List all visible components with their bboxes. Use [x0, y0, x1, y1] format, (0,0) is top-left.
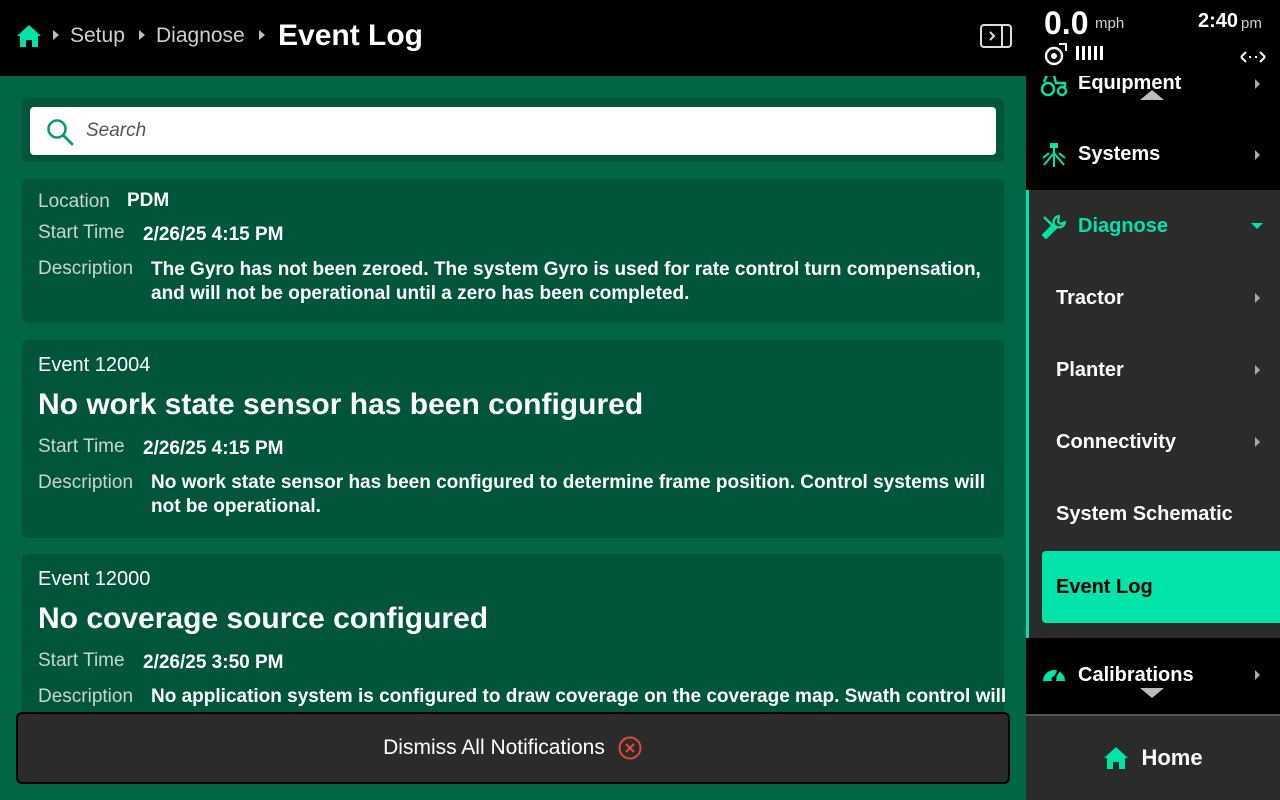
close-circle-icon [618, 736, 642, 760]
description-line: No application system is configured to d… [151, 686, 1007, 707]
description-label: Description [38, 472, 134, 493]
event-id: Event 12004 [38, 354, 151, 376]
gps-satellite-icon [1044, 43, 1067, 66]
event-log-content[interactable]: Location PDM Start Time 2/26/25 4:15 PM … [0, 76, 1026, 800]
sidebar-item-calibrations[interactable]: Calibrations [1026, 639, 1280, 711]
start-time-label: Start Time [38, 222, 125, 243]
search-container [22, 98, 1004, 162]
header-bar: Setup Diagnose Event Log [0, 0, 1026, 76]
sidebar-item-planter[interactable]: Planter [1029, 334, 1280, 406]
sidebar-item-systems[interactable]: Systems [1026, 119, 1280, 191]
location-label: Location [38, 191, 110, 212]
breadcrumb-setup[interactable]: Setup [70, 22, 125, 50]
search-icon [47, 119, 74, 146]
search-input[interactable] [86, 107, 976, 155]
home-icon[interactable] [16, 23, 42, 49]
page-title: Event Log [278, 19, 424, 52]
systems-icon [1042, 143, 1066, 167]
sidebar-item-label: System Schematic [1056, 503, 1233, 525]
clock-ampm: pm [1241, 15, 1262, 32]
event-card[interactable]: Location PDM Start Time 2/26/25 4:15 PM … [22, 179, 1004, 323]
start-time-label: Start Time [38, 436, 125, 457]
tractor-icon [1040, 76, 1068, 97]
sidebar-item-diagnose[interactable]: Diagnose [1029, 190, 1280, 262]
signal-strength-icon [1076, 46, 1103, 60]
sidebar-item-system-schematic[interactable]: System Schematic [1029, 478, 1280, 550]
chevron-down-icon [1251, 223, 1263, 229]
sidebar-item-tractor[interactable]: Tractor [1029, 262, 1280, 334]
description-line: No work state sensor has been configured… [151, 472, 986, 493]
breadcrumb-diagnose[interactable]: Diagnose [156, 22, 245, 50]
event-id: Event 12000 [38, 568, 151, 590]
dismiss-all-label: Dismiss All Notifications [383, 736, 605, 759]
breadcrumb-separator-icon [259, 30, 265, 40]
speed-unit: mph [1095, 15, 1125, 32]
start-time-label: Start Time [38, 650, 125, 671]
chevron-right-icon [1255, 365, 1260, 375]
panel-toggle-icon[interactable] [980, 24, 1012, 48]
dismiss-all-button[interactable]: Dismiss All Notifications [16, 712, 1010, 784]
sidebar-nav[interactable]: Equipment Systems Diagnose Tractor Plant… [1026, 76, 1280, 714]
sidebar-item-connectivity[interactable]: Connectivity [1029, 406, 1280, 478]
description-line: The Gyro has not been zeroed. The system… [151, 259, 981, 280]
location-value: PDM [127, 190, 170, 211]
sidebar-item-label: Diagnose [1078, 215, 1169, 237]
sidebar-item-label: Tractor [1056, 287, 1124, 309]
wrench-icon [1041, 214, 1067, 240]
chevron-right-icon [1255, 670, 1260, 680]
sidebar-item-label: Systems [1078, 143, 1161, 165]
search-box[interactable] [30, 107, 996, 155]
home-button[interactable]: Home [1026, 714, 1280, 800]
chevron-right-icon [1255, 437, 1260, 447]
start-time-value: 2/26/25 4:15 PM [143, 438, 284, 459]
speed-value: 0.0 [1044, 5, 1089, 41]
connection-arrows-icon [1240, 51, 1266, 63]
description-line: and will not be operational until a zero… [151, 283, 690, 304]
sidebar-item-label: Equipment [1078, 76, 1182, 94]
sidebar-item-label: Calibrations [1078, 664, 1194, 686]
breadcrumb-separator-icon [139, 30, 145, 40]
sidebar-item-label: Connectivity [1056, 431, 1177, 453]
gauge-icon [1043, 669, 1065, 682]
scroll-up-icon[interactable] [1140, 90, 1164, 100]
diagnose-submenu: Diagnose Tractor Planter Connectivity Sy… [1026, 190, 1280, 638]
sidebar-item-label: Event Log [1056, 576, 1153, 598]
description-line: not be operational. [151, 496, 321, 517]
breadcrumb-separator-icon [53, 30, 59, 40]
start-time-value: 2/26/25 4:15 PM [143, 224, 284, 245]
chevron-right-icon [1255, 150, 1260, 160]
start-time-value: 2/26/25 3:50 PM [143, 652, 284, 673]
description-label: Description [38, 686, 134, 707]
clock-time: 2:40 [1198, 10, 1239, 32]
description-label: Description [38, 258, 134, 279]
event-card[interactable]: Event 12004 No work state sensor has bee… [22, 340, 1004, 538]
home-button-label: Home [1141, 745, 1203, 770]
status-area: 0.0 mph 2:40 pm [1026, 0, 1280, 76]
home-icon [1104, 747, 1129, 769]
sidebar-item-event-log[interactable]: Event Log [1042, 551, 1280, 623]
chevron-right-icon [1255, 293, 1260, 303]
scroll-down-icon[interactable] [1140, 688, 1164, 698]
chevron-right-icon [1255, 79, 1260, 89]
event-title: No work state sensor has been configured [38, 388, 644, 421]
sidebar-item-label: Planter [1056, 359, 1124, 381]
event-title: No coverage source configured [38, 602, 489, 635]
